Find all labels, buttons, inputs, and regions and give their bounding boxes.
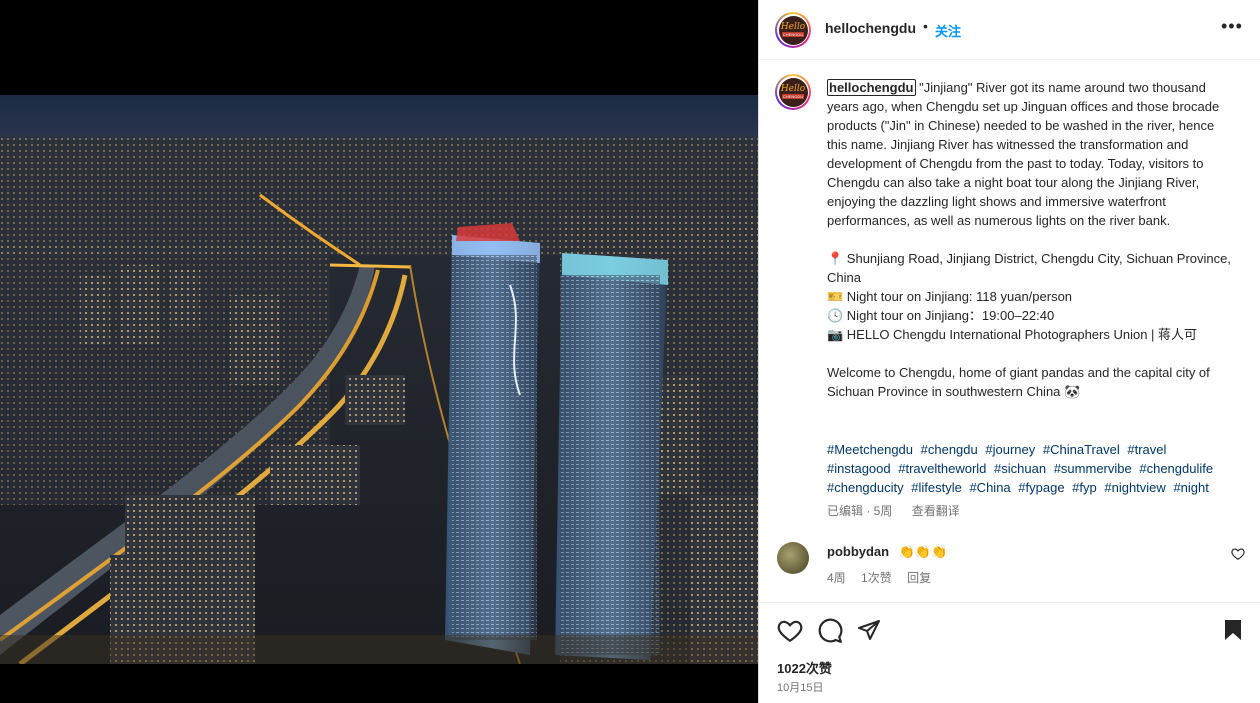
hashtag-link[interactable]: #lifestyle (911, 480, 962, 495)
hashtag-link[interactable]: #night (1173, 480, 1208, 495)
hashtag-link[interactable]: #ChinaTravel (1043, 442, 1120, 457)
caption-username[interactable]: hellochengdu (827, 79, 916, 96)
caption-avatar[interactable]: Hello CHENGDU (775, 74, 811, 110)
edited-time: 已编辑 · 5周 (827, 504, 893, 518)
author-username[interactable]: hellochengdu (825, 20, 916, 36)
hashtag-link[interactable]: #journey (985, 442, 1035, 457)
post-date: 10月15日 (777, 682, 824, 694)
caption-meta: 已编辑 · 5周 查看翻译 (827, 502, 976, 519)
comment: pobbydan 👏👏👏 (827, 544, 947, 560)
see-translation-link[interactable]: 查看翻译 (912, 504, 960, 518)
like-heart-icon[interactable] (777, 619, 803, 643)
likes-count[interactable]: 1022次赞 (777, 658, 832, 677)
caption-text: "Jinjiang" River got its name around two… (827, 80, 1231, 399)
separator-dot: • (923, 18, 928, 34)
more-options-icon[interactable]: ••• (1221, 16, 1243, 37)
avatar-logo-subtext: CHENGDU (781, 94, 805, 99)
commenter-avatar[interactable] (777, 542, 809, 574)
commenter-username[interactable]: pobbydan (827, 544, 889, 559)
follow-button[interactable]: 关注 (935, 21, 961, 40)
hashtag-link[interactable]: #fypage (1018, 480, 1064, 495)
instagram-post-modal: Hello CHENGDU hellochengdu • 关注 ••• Hell… (0, 0, 1260, 703)
post-actions: 1022次赞 10月15日 (759, 602, 1260, 703)
hashtag-link[interactable]: #chengducity (827, 480, 904, 495)
hashtag-link[interactable]: #China (969, 480, 1010, 495)
hashtag-link[interactable]: #chengdu (921, 442, 978, 457)
hashtag-link[interactable]: #traveltheworld (898, 461, 986, 476)
post-caption: hellochengdu "Jinjiang" River got its na… (827, 78, 1231, 401)
hashtag-link[interactable]: #travel (1127, 442, 1166, 457)
comment-like-heart-icon[interactable] (1231, 547, 1245, 561)
save-bookmark-icon[interactable] (1223, 619, 1243, 641)
avatar-logo-text: Hello (780, 84, 806, 94)
hashtag-link[interactable]: #sichuan (994, 461, 1046, 476)
night-city-photo (0, 95, 758, 664)
hashtag-link[interactable]: #nightview (1104, 480, 1165, 495)
hashtag-link[interactable]: #summervibe (1054, 461, 1132, 476)
hashtag-link[interactable]: #instagood (827, 461, 891, 476)
post-photo[interactable] (0, 95, 758, 664)
hashtag-link[interactable]: #chengdulife (1139, 461, 1213, 476)
avatar-logo-text: Hello (780, 22, 806, 32)
hashtag-link[interactable]: #fyp (1072, 480, 1097, 495)
comments-area: Hello CHENGDU hellochengdu "Jinjiang" Ri… (759, 60, 1260, 600)
hashtag-link[interactable]: #Meetchengdu (827, 442, 913, 457)
comment-text: 👏👏👏 (898, 544, 948, 559)
comment-time: 4周 (827, 571, 846, 585)
post-side-panel: Hello CHENGDU hellochengdu • 关注 ••• Hell… (758, 0, 1260, 703)
comment-icon[interactable] (817, 618, 843, 644)
comment-meta: 4周 1次赞 回复 (827, 569, 943, 586)
media-area (0, 0, 758, 703)
comment-reply-button[interactable]: 回复 (907, 571, 931, 585)
comment-likes[interactable]: 1次赞 (861, 571, 892, 585)
author-avatar[interactable]: Hello CHENGDU (775, 12, 811, 48)
post-header: Hello CHENGDU hellochengdu • 关注 ••• (759, 0, 1260, 60)
hashtag-list: #Meetchengdu #chengdu #journey #ChinaTra… (827, 440, 1239, 497)
share-icon[interactable] (857, 618, 881, 642)
avatar-logo-subtext: CHENGDU (781, 32, 805, 37)
